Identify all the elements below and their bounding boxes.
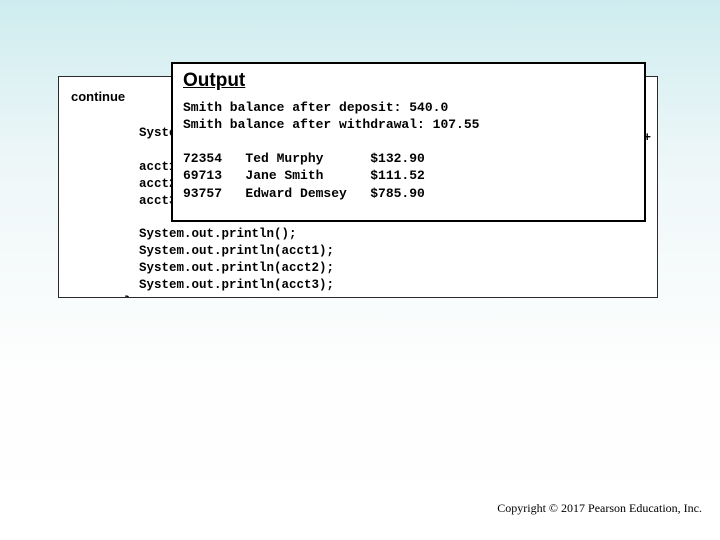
output-table: 72354 Ted Murphy $132.90 69713 Jane Smit… — [183, 150, 634, 203]
output-summary-lines: Smith balance after deposit: 540.0 Smith… — [183, 100, 634, 134]
output-panel: Output Smith balance after deposit: 540.… — [171, 62, 646, 222]
output-title: Output — [183, 70, 634, 92]
continue-label: continue — [71, 89, 125, 104]
copyright-text: Copyright © 2017 Pearson Education, Inc. — [497, 501, 702, 516]
